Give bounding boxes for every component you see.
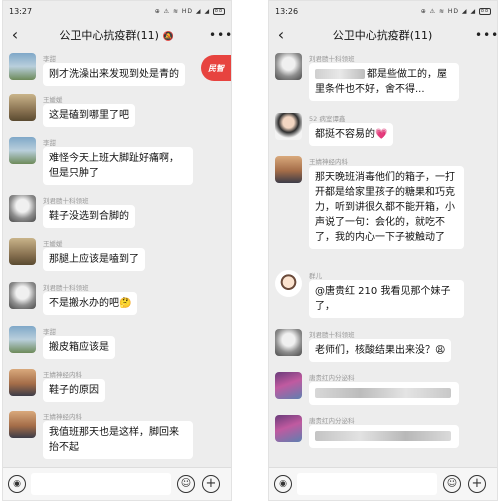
battery-icon: 88 <box>213 7 225 15</box>
avatar[interactable] <box>9 195 36 222</box>
status-icons: ⊕ ⚠ ≋ HD ◢ ◢ 88 <box>154 7 225 15</box>
back-arrow-icon[interactable]: ‹ <box>6 27 24 43</box>
message-bubble[interactable]: 鞋子没选到合脚的 <box>43 205 135 228</box>
back-arrow-icon[interactable]: ‹ <box>272 27 290 43</box>
blurred-text <box>315 431 451 441</box>
status-time: 13:26 <box>275 6 299 16</box>
chat-screen-right: 13:26 ⊕ ⚠ ≋ HD ◢ ◢ 88 ‹ 公卫中心抗疫群(11) ••• … <box>268 0 498 501</box>
avatar[interactable] <box>275 270 302 297</box>
status-time: 13:27 <box>9 6 33 16</box>
avatar[interactable] <box>9 369 36 396</box>
group-title: 公卫中心抗疫群(11) <box>332 29 433 42</box>
avatar[interactable] <box>9 94 36 121</box>
more-menu-icon[interactable]: ••• <box>209 28 231 42</box>
sender-name: 唐贵红内分泌科 <box>309 374 355 382</box>
status-icons: ⊕ ⚠ ≋ HD ◢ ◢ 88 <box>420 7 491 15</box>
sender-name: 刘君赜十科领班 <box>43 284 89 292</box>
emoji-icon[interactable]: ☺ <box>443 475 461 493</box>
input-bar: ◉ ☺ + <box>3 467 231 500</box>
input-bar: ◉ ☺ + <box>269 467 497 500</box>
message-bubble[interactable] <box>309 425 459 448</box>
avatar[interactable] <box>275 113 302 140</box>
sender-name: 刘君赜十科领班 <box>309 55 355 63</box>
status-bar: 13:26 ⊕ ⚠ ≋ HD ◢ ◢ 88 <box>269 1 497 21</box>
chat-screen-left: 13:27 ⊕ ⚠ ≋ HD ◢ ◢ 88 ‹ 公卫中心抗疫群(11) 🔕 ••… <box>2 0 232 501</box>
avatar[interactable] <box>275 156 302 183</box>
message-bubble[interactable]: 这是磕到哪里了吧 <box>43 104 135 127</box>
message-bubble[interactable]: 刚才洗澡出来发现到处是青的 <box>43 63 185 86</box>
avatar[interactable] <box>275 415 302 442</box>
message-bubble[interactable] <box>309 382 459 405</box>
more-menu-icon[interactable]: ••• <box>475 28 497 42</box>
avatar[interactable] <box>9 53 36 80</box>
mute-bell-icon: 🔕 <box>162 32 174 42</box>
message-bubble[interactable]: 我值班那天也是这样，脚回来抬不起 <box>43 421 193 459</box>
avatar[interactable] <box>9 411 36 438</box>
chat-header: ‹ 公卫中心抗疫群(11) ••• <box>269 21 497 49</box>
avatar[interactable] <box>275 53 302 80</box>
message-bubble[interactable]: 难怪今天上班大脚趾好痛啊，但是只肿了 <box>43 147 193 185</box>
sender-name: 唐贵红内分泌科 <box>309 417 355 425</box>
message-input[interactable] <box>31 473 171 495</box>
chat-header: ‹ 公卫中心抗疫群(11) 🔕 ••• <box>3 21 231 49</box>
plus-icon[interactable]: + <box>202 475 220 493</box>
voice-icon[interactable]: ◉ <box>274 475 292 493</box>
sender-name: 王媛媛 <box>43 96 63 104</box>
sender-name: 王婧神经内科 <box>43 413 82 421</box>
avatar[interactable] <box>9 282 36 309</box>
message-list: 李甜 刚才洗澡出来发现到处是青的 王媛媛 这是磕到哪里了吧 李甜 难怪今天上班大… <box>3 49 231 469</box>
message-bubble[interactable]: 搬皮箱应该是 <box>43 336 115 359</box>
message-bubble[interactable]: 老师们，核酸结果出来没？😩 <box>309 339 452 362</box>
sender-name: 王婧神经内科 <box>43 371 82 379</box>
message-bubble[interactable]: 都挺不容易的💗 <box>309 123 394 146</box>
avatar[interactable] <box>9 238 36 265</box>
group-title: 公卫中心抗疫群(11) 🔕 <box>59 29 174 42</box>
sender-name: 李甜 <box>43 55 56 63</box>
blurred-text <box>315 69 365 79</box>
avatar[interactable] <box>275 372 302 399</box>
message-bubble[interactable]: @唐贵红 210 我看见那个妹子了， <box>309 280 464 318</box>
sender-name: 王婧神经内科 <box>309 158 348 166</box>
sender-name: 李甜 <box>43 139 56 147</box>
message-bubble[interactable]: 都是些做工的，屋里条件也不好，舍不得... <box>309 63 459 101</box>
sender-name: 群儿 <box>309 272 322 280</box>
message-input[interactable] <box>297 473 437 495</box>
avatar[interactable] <box>275 329 302 356</box>
avatar[interactable] <box>9 326 36 353</box>
message-bubble[interactable]: 那天晚班消毒他们的箱子，一打开都是给家里孩子的糖果和巧克力，听到讲很久都不能开箱… <box>309 166 464 249</box>
plus-icon[interactable]: + <box>468 475 486 493</box>
message-bubble[interactable]: 鞋子的原因 <box>43 379 105 402</box>
sender-name: 王媛媛 <box>43 240 63 248</box>
sender-name: 刘君赜十科领班 <box>309 331 355 339</box>
sender-name: 李甜 <box>43 328 56 336</box>
battery-icon: 88 <box>479 7 491 15</box>
avatar[interactable] <box>9 137 36 164</box>
sender-name: 刘君赜十科领班 <box>43 197 89 205</box>
message-bubble[interactable]: 不是搬水办的吧🤔 <box>43 292 138 315</box>
sender-name: 52 病室谭鑫 <box>309 115 346 123</box>
blurred-text <box>315 388 451 398</box>
message-list: 刘君赜十科领班 都是些做工的，屋里条件也不好，舍不得... 52 病室谭鑫 都挺… <box>269 49 497 469</box>
message-bubble[interactable]: 那腿上应该是嗑到了 <box>43 248 145 271</box>
status-bar: 13:27 ⊕ ⚠ ≋ HD ◢ ◢ 88 <box>3 1 231 21</box>
voice-icon[interactable]: ◉ <box>8 475 26 493</box>
emoji-icon[interactable]: ☺ <box>177 475 195 493</box>
